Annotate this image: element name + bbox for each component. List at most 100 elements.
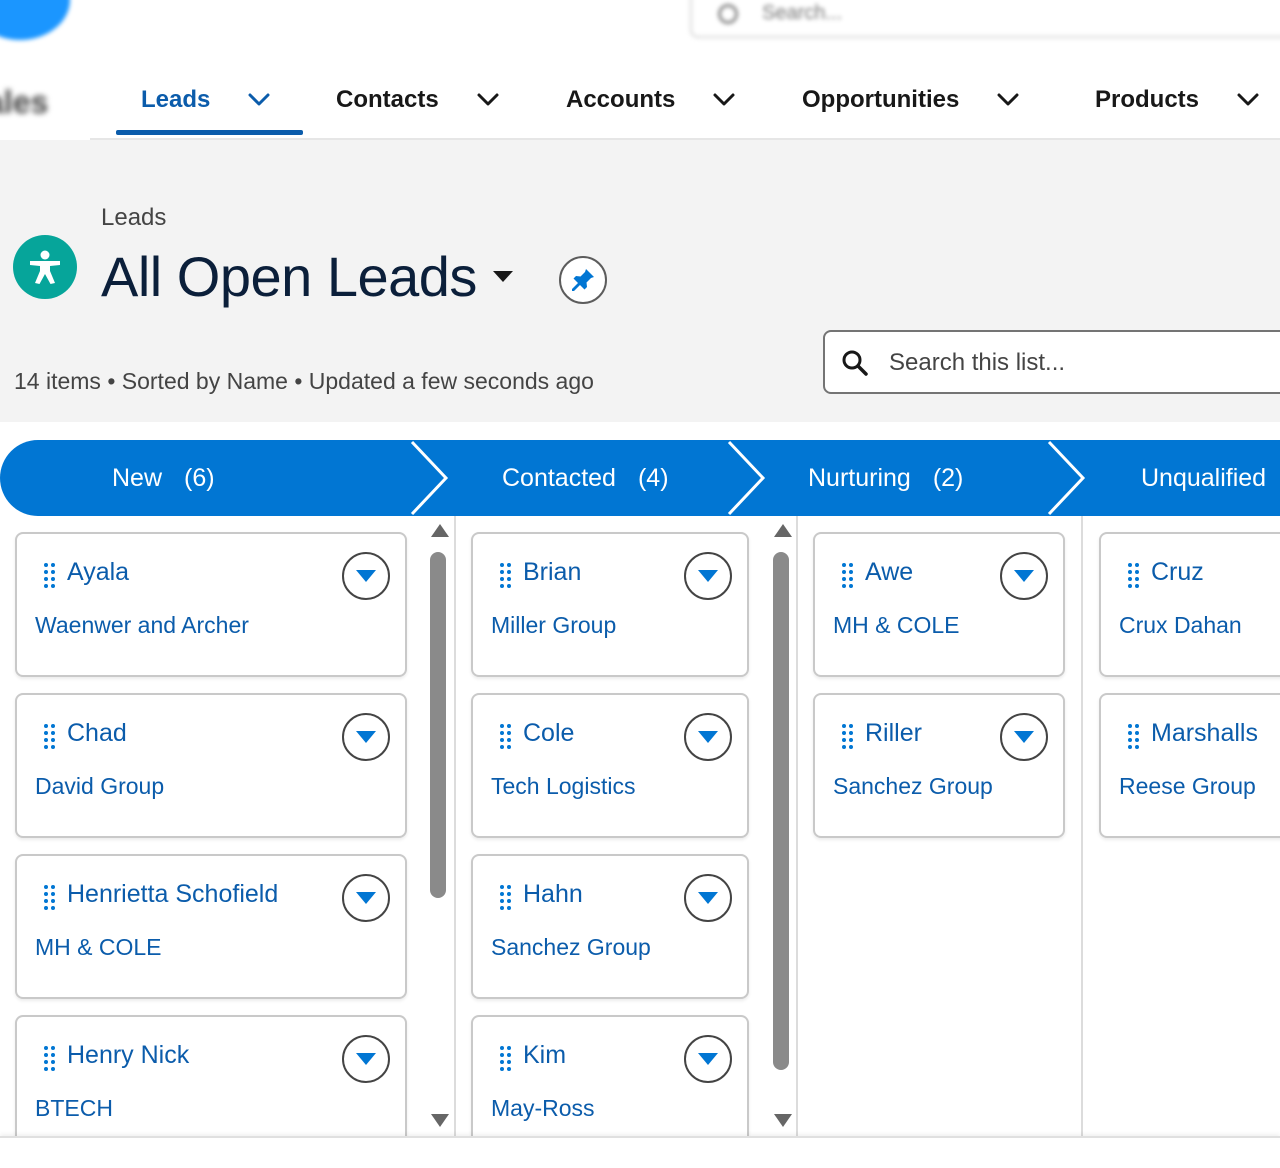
scroll-up-arrow-icon[interactable]	[774, 524, 792, 537]
tab-leads[interactable]: Leads	[141, 62, 272, 138]
lead-company-link[interactable]: Sanchez Group	[491, 934, 651, 961]
stage-nurturing[interactable]: Nurturing (2)	[808, 440, 963, 516]
lead-company-link[interactable]: Tech Logistics	[491, 773, 635, 800]
drag-handle-icon[interactable]	[1127, 562, 1141, 590]
drag-handle-icon[interactable]	[841, 562, 855, 590]
column-scrollbar[interactable]	[769, 516, 793, 1136]
stage-contacted[interactable]: Contacted (4)	[502, 440, 669, 516]
chevron-down-icon	[698, 892, 718, 904]
scrollbar-thumb[interactable]	[773, 552, 789, 1070]
drag-handle-icon[interactable]	[43, 723, 57, 751]
scroll-up-arrow-icon[interactable]	[431, 524, 449, 537]
lead-name-link[interactable]: Brian	[523, 558, 581, 587]
stage-new-count: (6)	[184, 463, 215, 492]
tab-accounts[interactable]: Accounts	[566, 62, 737, 138]
card-actions-button[interactable]	[684, 713, 732, 761]
chevron-down-icon	[698, 570, 718, 582]
lead-name-link[interactable]: Ayala	[67, 558, 129, 587]
search-icon	[842, 350, 868, 376]
lead-name-link[interactable]: Kim	[523, 1041, 566, 1070]
lead-company-link[interactable]: Crux Dahan	[1119, 612, 1242, 639]
pin-list-button[interactable]	[559, 256, 607, 304]
card-actions-button[interactable]	[684, 874, 732, 922]
chevron-down-icon[interactable]	[711, 87, 737, 113]
drag-handle-icon[interactable]	[499, 562, 513, 590]
card-actions-button[interactable]	[684, 1035, 732, 1083]
lead-card[interactable]: Riller Sanchez Group	[813, 693, 1065, 838]
salesforce-logo[interactable]	[0, 0, 70, 40]
card-actions-button[interactable]	[1000, 552, 1048, 600]
scrollbar-thumb[interactable]	[430, 552, 446, 898]
tab-opportunities-label: Opportunities	[802, 86, 960, 113]
card-actions-button[interactable]	[342, 1035, 390, 1083]
global-search-box[interactable]: Search...	[690, 0, 1280, 38]
lead-name-link[interactable]: Hahn	[523, 880, 583, 909]
stage-contacted-label: Contacted	[502, 463, 616, 492]
lead-company-link[interactable]: MH & COLE	[35, 934, 162, 961]
lead-card[interactable]: Cole Tech Logistics	[471, 693, 749, 838]
lead-card[interactable]: Hahn Sanchez Group	[471, 854, 749, 999]
chevron-down-icon	[1014, 731, 1034, 743]
lead-card[interactable]: Chad David Group	[15, 693, 407, 838]
lead-company-link[interactable]: Reese Group	[1119, 773, 1256, 800]
list-view-picker-caret-icon[interactable]	[493, 271, 513, 282]
list-search-box[interactable]	[823, 330, 1280, 394]
chevron-down-icon[interactable]	[995, 87, 1021, 113]
drag-handle-icon[interactable]	[499, 723, 513, 751]
drag-handle-icon[interactable]	[1127, 723, 1141, 751]
lead-name-link[interactable]: Riller	[865, 719, 922, 748]
card-actions-button[interactable]	[342, 874, 390, 922]
lead-name-link[interactable]: Cole	[523, 719, 574, 748]
chevron-down-icon	[356, 892, 376, 904]
drag-handle-icon[interactable]	[499, 884, 513, 912]
lead-company-link[interactable]: BTECH	[35, 1095, 113, 1122]
chevron-down-icon	[1014, 570, 1034, 582]
lead-name-link[interactable]: Awe	[865, 558, 913, 587]
scroll-down-arrow-icon[interactable]	[431, 1114, 449, 1127]
lead-company-link[interactable]: Waenwer and Archer	[35, 612, 249, 639]
lead-card[interactable]: Henry Nick BTECH	[15, 1015, 407, 1136]
column-scrollbar[interactable]	[426, 516, 450, 1136]
chevron-down-icon[interactable]	[475, 87, 501, 113]
drag-handle-icon[interactable]	[841, 723, 855, 751]
lead-name-link[interactable]: Henrietta Schofield	[67, 880, 278, 909]
lead-name-link[interactable]: Cruz	[1151, 558, 1204, 587]
lead-company-link[interactable]: Sanchez Group	[833, 773, 993, 800]
lead-card[interactable]: Henrietta Schofield MH & COLE	[15, 854, 407, 999]
lead-name-link[interactable]: Chad	[67, 719, 127, 748]
lead-card[interactable]: Kim May-Ross	[471, 1015, 749, 1136]
kanban-board: Ayala Waenwer and Archer Chad David Grou…	[0, 516, 1280, 1136]
lead-name-link[interactable]: Henry Nick	[67, 1041, 189, 1070]
chevron-down-icon[interactable]	[1235, 87, 1261, 113]
chevron-down-icon	[356, 570, 376, 582]
lead-company-link[interactable]: May-Ross	[491, 1095, 595, 1122]
lead-card[interactable]: Ayala Waenwer and Archer	[15, 532, 407, 677]
tab-opportunities[interactable]: Opportunities	[802, 62, 1021, 138]
lead-card[interactable]: Brian Miller Group	[471, 532, 749, 677]
card-actions-button[interactable]	[342, 552, 390, 600]
stage-new[interactable]: New (6)	[112, 440, 215, 516]
tab-accounts-label: Accounts	[566, 86, 676, 113]
tab-contacts[interactable]: Contacts	[336, 62, 501, 138]
drag-handle-icon[interactable]	[43, 884, 57, 912]
lead-company-link[interactable]: Miller Group	[491, 612, 616, 639]
lead-card[interactable]: Marshalls Reese Group	[1099, 693, 1280, 838]
search-list-input[interactable]	[889, 344, 1269, 382]
card-actions-button[interactable]	[1000, 713, 1048, 761]
lead-card[interactable]: Awe MH & COLE	[813, 532, 1065, 677]
scroll-down-arrow-icon[interactable]	[774, 1114, 792, 1127]
tab-products[interactable]: Products	[1095, 62, 1261, 138]
stage-unqualified[interactable]: Unqualified	[1141, 440, 1266, 516]
drag-handle-icon[interactable]	[43, 562, 57, 590]
lead-card[interactable]: Cruz Crux Dahan	[1099, 532, 1280, 677]
drag-handle-icon[interactable]	[43, 1045, 57, 1073]
breadcrumb[interactable]: Leads	[101, 204, 166, 232]
chevron-down-icon[interactable]	[246, 87, 272, 113]
card-actions-button[interactable]	[684, 552, 732, 600]
drag-handle-icon[interactable]	[499, 1045, 513, 1073]
lead-company-link[interactable]: David Group	[35, 773, 164, 800]
global-header: Search...	[0, 0, 1280, 62]
lead-name-link[interactable]: Marshalls	[1151, 719, 1258, 748]
card-actions-button[interactable]	[342, 713, 390, 761]
lead-company-link[interactable]: MH & COLE	[833, 612, 960, 639]
